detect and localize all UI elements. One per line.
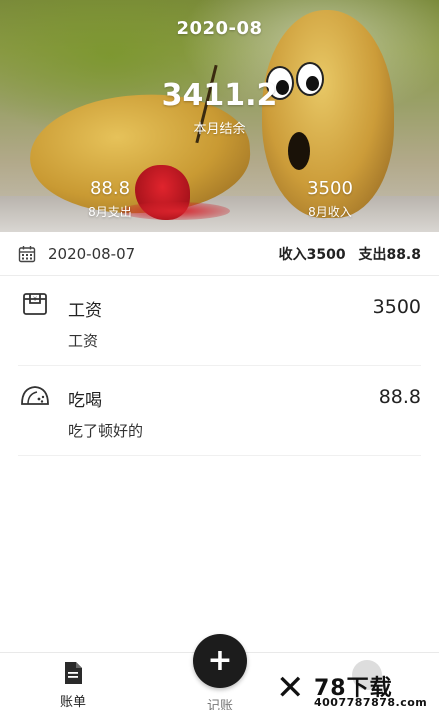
watermark-phone: 4007787878.com	[314, 696, 428, 709]
taco-icon	[20, 380, 50, 410]
nav-record-tab[interactable]: 记账	[180, 693, 260, 710]
day-expense-total: 支出88.8	[358, 246, 421, 263]
nav-record-label: 记账	[206, 699, 233, 710]
month-selector[interactable]: 2020-08	[0, 18, 439, 39]
day-date: 2020-08-07	[48, 244, 136, 263]
monthly-expense-label: 8月支出	[88, 205, 132, 219]
record-amount: 3500	[372, 296, 421, 318]
monthly-balance-label: 本月结余	[193, 122, 246, 137]
record-note: 工资	[68, 332, 99, 350]
plus-icon: +	[207, 643, 233, 678]
watermark-logo: ✕ 78下载 4007787878.com	[270, 668, 438, 710]
potato-mouth	[288, 132, 310, 170]
record-note: 吃了顿好的	[68, 422, 144, 440]
wallet-icon: ¥	[20, 290, 50, 320]
day-income-total: 收入3500	[278, 246, 346, 263]
nav-bill-tab[interactable]: 账单	[33, 661, 113, 710]
record-amount: 88.8	[378, 386, 421, 408]
monthly-balance-value: 3411.2	[161, 78, 278, 113]
record-category: 吃喝	[68, 391, 102, 411]
day-summary-row: 2020-08-07 收入3500 支出88.8	[0, 232, 439, 276]
calendar-icon	[18, 245, 36, 263]
record-item[interactable]: 吃喝 88.8 吃了顿好的	[18, 366, 421, 456]
record-category: 工资	[68, 301, 102, 321]
day-totals: 收入3500 支出88.8	[271, 244, 421, 264]
svg-text:¥: ¥	[33, 296, 37, 303]
nav-bill-label: 账单	[59, 695, 86, 710]
document-icon	[63, 661, 83, 689]
monthly-income-value: 3500	[307, 178, 353, 199]
watermark-x-icon: ✕	[276, 668, 305, 708]
add-record-button[interactable]: +	[193, 634, 247, 688]
record-item[interactable]: ¥ 工资 3500 工资	[18, 276, 421, 366]
header-banner: 2020-08 3411.2 本月结余 88.8 8月支出 3500 8月收入	[0, 0, 439, 232]
monthly-expense-value: 88.8	[89, 178, 131, 199]
monthly-income-label: 8月收入	[308, 205, 352, 219]
